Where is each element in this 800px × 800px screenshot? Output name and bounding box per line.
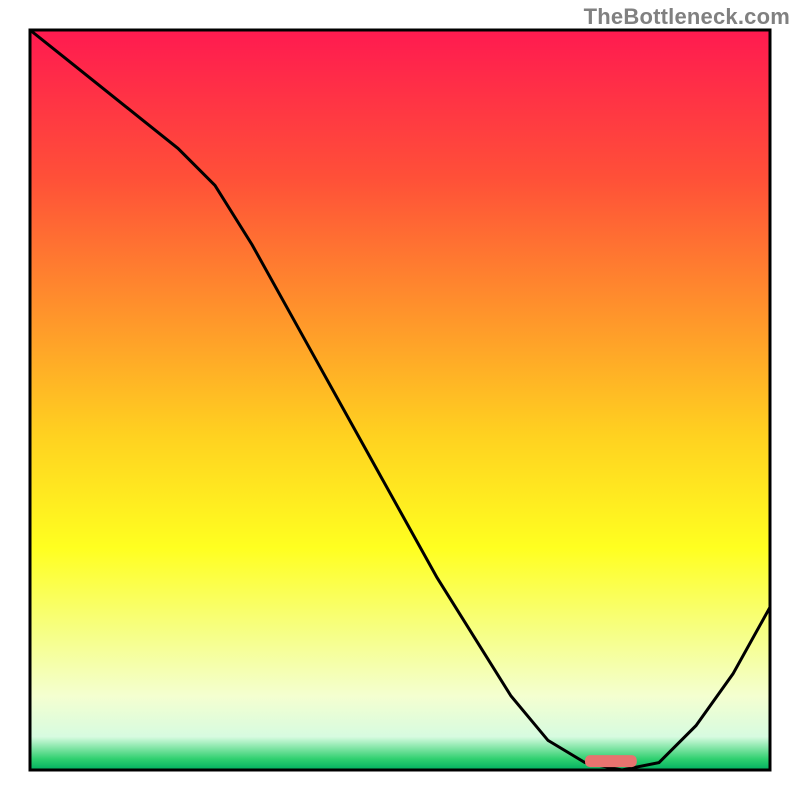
gradient-background bbox=[30, 30, 770, 770]
watermark-text: TheBottleneck.com bbox=[584, 4, 790, 30]
bottleneck-curve-chart bbox=[0, 0, 800, 800]
optimal-marker bbox=[585, 755, 637, 767]
chart-container: { "watermark": "TheBottleneck.com", "cha… bbox=[0, 0, 800, 800]
